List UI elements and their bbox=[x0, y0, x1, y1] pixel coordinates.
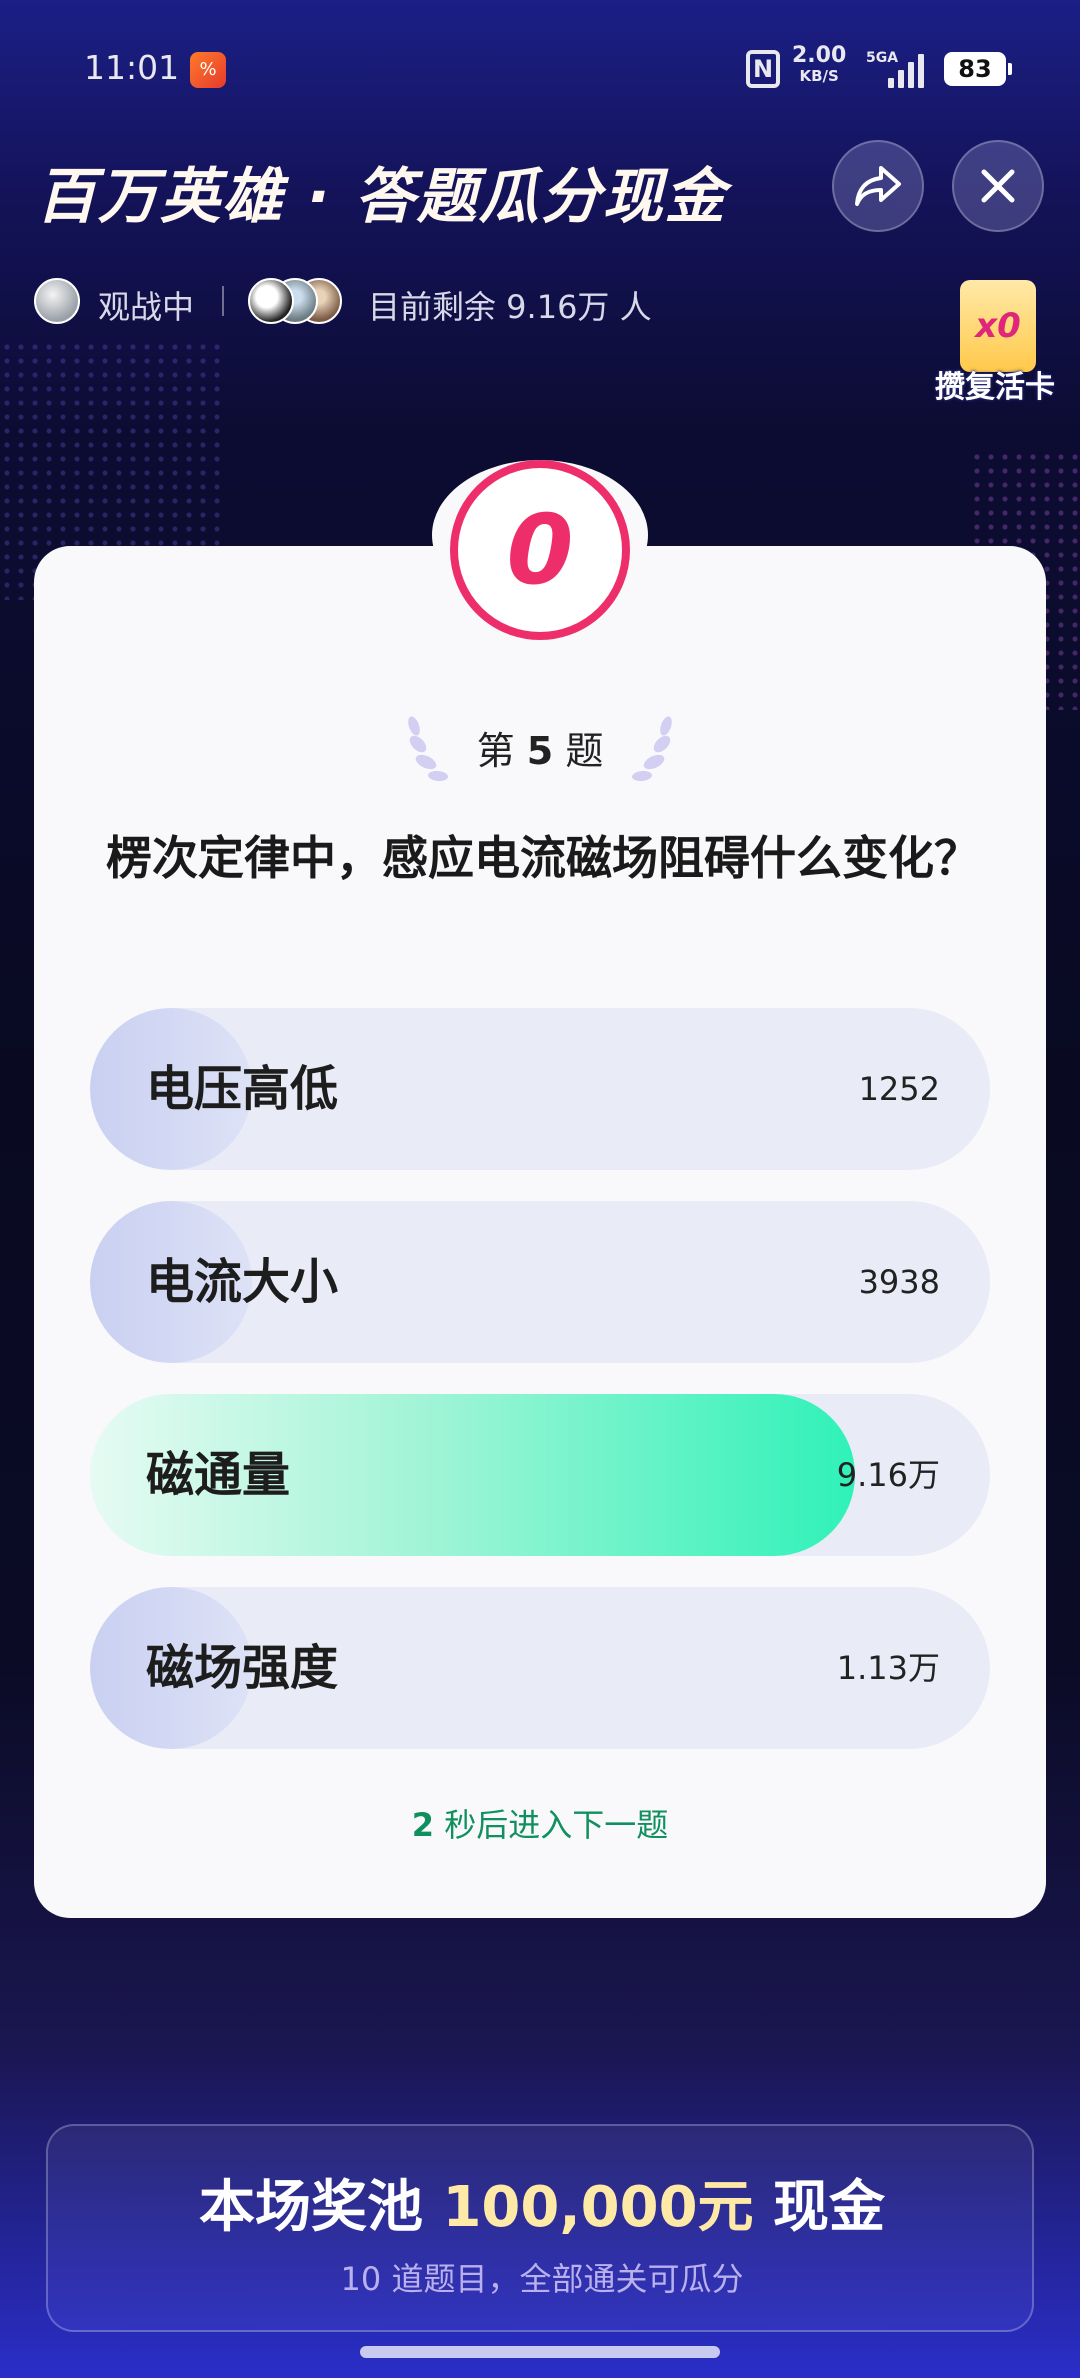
close-button[interactable] bbox=[952, 140, 1044, 232]
answer-option[interactable]: 电压高低 1252 bbox=[90, 1008, 990, 1170]
option-count: 3938 bbox=[858, 1263, 940, 1301]
prize-prefix: 本场奖池 bbox=[198, 2175, 423, 2240]
prize-suffix: 现金 bbox=[773, 2175, 886, 2240]
page-title: 百万英雄 · 答题瓜分现金 bbox=[36, 162, 727, 232]
revive-card-label: 攒复活卡 bbox=[935, 370, 1055, 405]
question-number: 第 5 题 bbox=[0, 720, 1080, 775]
option-count: 1.13万 bbox=[836, 1649, 940, 1687]
share-button[interactable] bbox=[832, 140, 924, 232]
option-count: 1252 bbox=[858, 1070, 940, 1108]
status-time: 11:01 bbox=[84, 48, 180, 87]
network-speed-value: 2.00 bbox=[792, 43, 847, 68]
share-icon bbox=[855, 166, 901, 206]
next-seconds: 2 bbox=[411, 1806, 435, 1844]
question-number-suffix: 题 bbox=[565, 729, 604, 773]
battery-indicator: 83 bbox=[944, 52, 1012, 86]
option-label: 磁场强度 bbox=[146, 1640, 339, 1696]
answer-option[interactable]: 电流大小 3938 bbox=[90, 1201, 990, 1363]
next-question-hint: 2 秒后进入下一题 bbox=[0, 1800, 1080, 1846]
option-count: 9.16万 bbox=[836, 1456, 940, 1494]
divider bbox=[222, 286, 224, 316]
question-number-prefix: 第 bbox=[476, 729, 515, 773]
network-speed-unit: KB/S bbox=[799, 67, 839, 85]
nfc-icon: N bbox=[746, 50, 780, 88]
option-label: 磁通量 bbox=[146, 1447, 291, 1503]
prize-pool-panel: 本场奖池 100,000元 现金 10 道题目，全部通关可瓜分 bbox=[46, 2124, 1034, 2332]
option-label: 电流大小 bbox=[146, 1254, 339, 1310]
network-speed: 2.00 KB/S bbox=[792, 43, 847, 86]
revive-card-count: x0 bbox=[960, 280, 1036, 372]
question-text: 楞次定律中，感应电流磁场阻碍什么变化？ bbox=[106, 831, 980, 885]
answer-option[interactable]: 磁场强度 1.13万 bbox=[90, 1587, 990, 1749]
prize-subtitle: 10 道题目，全部通关可瓜分 bbox=[340, 2260, 744, 2298]
status-bar: 11:01 % N 2.00 KB/S 5GA 83 bbox=[0, 43, 1080, 92]
remaining-players: 目前剩余 9.16万 人 bbox=[368, 288, 652, 326]
signal-bars-icon bbox=[888, 54, 928, 88]
question-number-value: 5 bbox=[526, 729, 554, 773]
watching-label: 观战中 bbox=[98, 288, 195, 326]
home-indicator[interactable] bbox=[360, 2346, 720, 2358]
prize-amount: 100,000元 bbox=[442, 2175, 754, 2240]
close-icon bbox=[981, 169, 1015, 203]
option-label: 电压高低 bbox=[146, 1061, 339, 1117]
next-text: 秒后进入下一题 bbox=[444, 1806, 669, 1844]
answer-option-correct[interactable]: 磁通量 9.16万 bbox=[90, 1394, 990, 1556]
participant-avatar bbox=[248, 278, 294, 324]
countdown-timer: 0 bbox=[450, 460, 630, 640]
prize-pool-title: 本场奖池 100,000元 现金 bbox=[48, 2162, 1036, 2243]
avatar bbox=[34, 278, 80, 324]
app-notification-icon: % bbox=[190, 52, 226, 88]
revive-card-button[interactable]: x0 攒复活卡 bbox=[930, 280, 1060, 405]
